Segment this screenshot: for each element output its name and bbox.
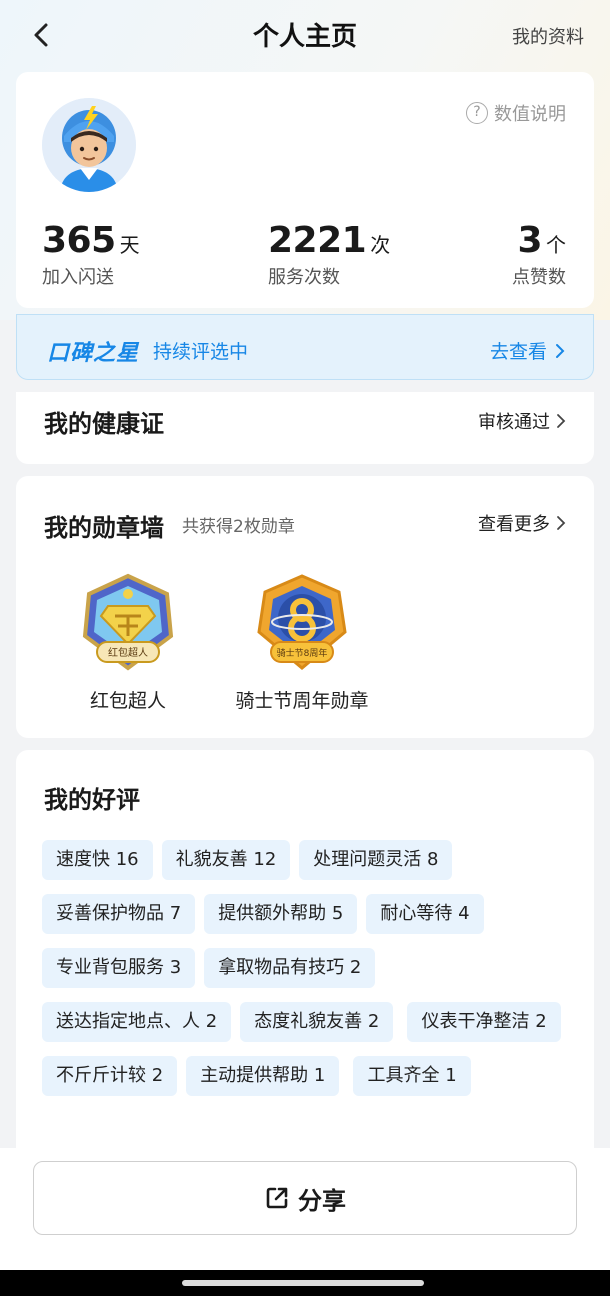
medal-wall-title: 我的勋章墙 [44,514,164,542]
view-more-medals-link[interactable]: 查看更多 [478,510,566,536]
share-label: 分享 [298,1186,346,1215]
health-title: 我的健康证 [44,410,164,438]
review-tag: 专业背包服务 3 [42,948,196,988]
stat-likes: 3个 点赞数 [512,220,566,289]
review-tag: 主动提供帮助 1 [186,1056,340,1096]
stat-unit: 天 [119,233,140,257]
health-status: 审核通过 [478,412,550,433]
reputation-view-link[interactable]: 去查看 [490,337,565,364]
reputation-status: 持续评选中 [153,341,249,363]
reputation-link-label: 去查看 [489,341,547,363]
home-indicator[interactable] [182,1280,424,1286]
medal-item[interactable]: 红包超人 红包超人 [38,570,218,713]
reputation-title: 口碑之星 [47,341,140,366]
review-tag: 送达指定地点、人 2 [42,1002,232,1042]
share-icon [266,1187,288,1209]
rider-avatar-icon [42,98,136,192]
my-profile-link[interactable]: 我的资料 [512,23,584,49]
stat-value: 365 [42,220,116,261]
share-button[interactable]: 分享 [33,1161,577,1235]
review-tag: 礼貌友善 12 [161,840,291,880]
review-tag: 仪表干净整洁 2 [407,1002,561,1042]
health-status-link[interactable]: 审核通过 [478,408,566,434]
badge-text: 骑士节8周年 [277,647,328,659]
review-tag: 不斤斤计较 2 [42,1056,178,1096]
system-navigation-bar [0,1270,610,1296]
question-icon: ? [466,102,488,124]
review-tag: 速度快 16 [42,840,153,880]
anniversary-medal-icon: 骑士节8周年 [257,574,347,670]
chevron-right-icon [557,414,566,428]
stats-card: ? 数值说明 365 天 加入闪送 2221 次 服务次数 3个 点赞数 [16,72,594,308]
stat-unit: 个 [546,233,566,257]
reputation-banner[interactable]: 口碑之星 持续评选中 去查看 [16,314,594,380]
badge-text: 红包超人 [108,646,148,659]
bottom-bar: 分享 [0,1148,610,1270]
header: 个人主页 我的资料 [0,0,610,70]
medal-count: 共获得2枚勋章 [182,517,295,537]
value-help-button[interactable]: ? 数值说明 [466,100,566,126]
review-tag: 工具齐全 1 [353,1056,471,1096]
review-tag: 态度礼貌友善 2 [240,1002,394,1042]
stat-label: 服务次数 [268,267,340,288]
review-tag: 妥善保护物品 7 [42,894,196,934]
stat-unit: 次 [370,233,391,257]
medal-name: 骑士节周年勋章 [235,690,369,712]
health-certificate-card[interactable]: 我的健康证 审核通过 [16,392,594,464]
chevron-right-icon [557,516,566,530]
review-tag: 提供额外帮助 5 [204,894,358,934]
reviews-card: 我的好评 速度快 16 礼貌友善 12 处理问题灵活 8 妥善保护物品 7 提供额外帮… [16,750,594,1160]
medal-name: 红包超人 [89,690,166,712]
stat-value: 3 [517,220,542,261]
avatar [42,98,136,192]
stat-label: 点赞数 [512,267,566,288]
stat-services: 2221 次 服务次数 [268,220,390,289]
red-packet-medal-icon: 红包超人 [82,573,174,671]
review-tag: 拿取物品有技巧 2 [204,948,376,988]
reviews-title: 我的好评 [44,786,140,814]
stat-days: 365 天 加入闪送 [42,220,140,289]
medal-item[interactable]: 骑士节8周年 骑士节周年勋章 [212,570,392,713]
stat-value: 2221 [268,220,367,261]
value-help-label: 数值说明 [494,104,566,125]
review-tag: 耐心等待 4 [366,894,484,934]
review-tags: 速度快 16 礼貌友善 12 处理问题灵活 8 妥善保护物品 7 提供额外帮助 5 耐心… [42,840,582,1110]
medal-wall-card: 我的勋章墙 共获得2枚勋章 查看更多 红包超人 红包超人 骑士节8周年 骑士节周… [16,476,594,738]
review-tag: 处理问题灵活 8 [299,840,453,880]
view-more-label: 查看更多 [478,514,550,535]
stat-label: 加入闪送 [42,267,114,288]
chevron-right-icon [556,343,565,358]
